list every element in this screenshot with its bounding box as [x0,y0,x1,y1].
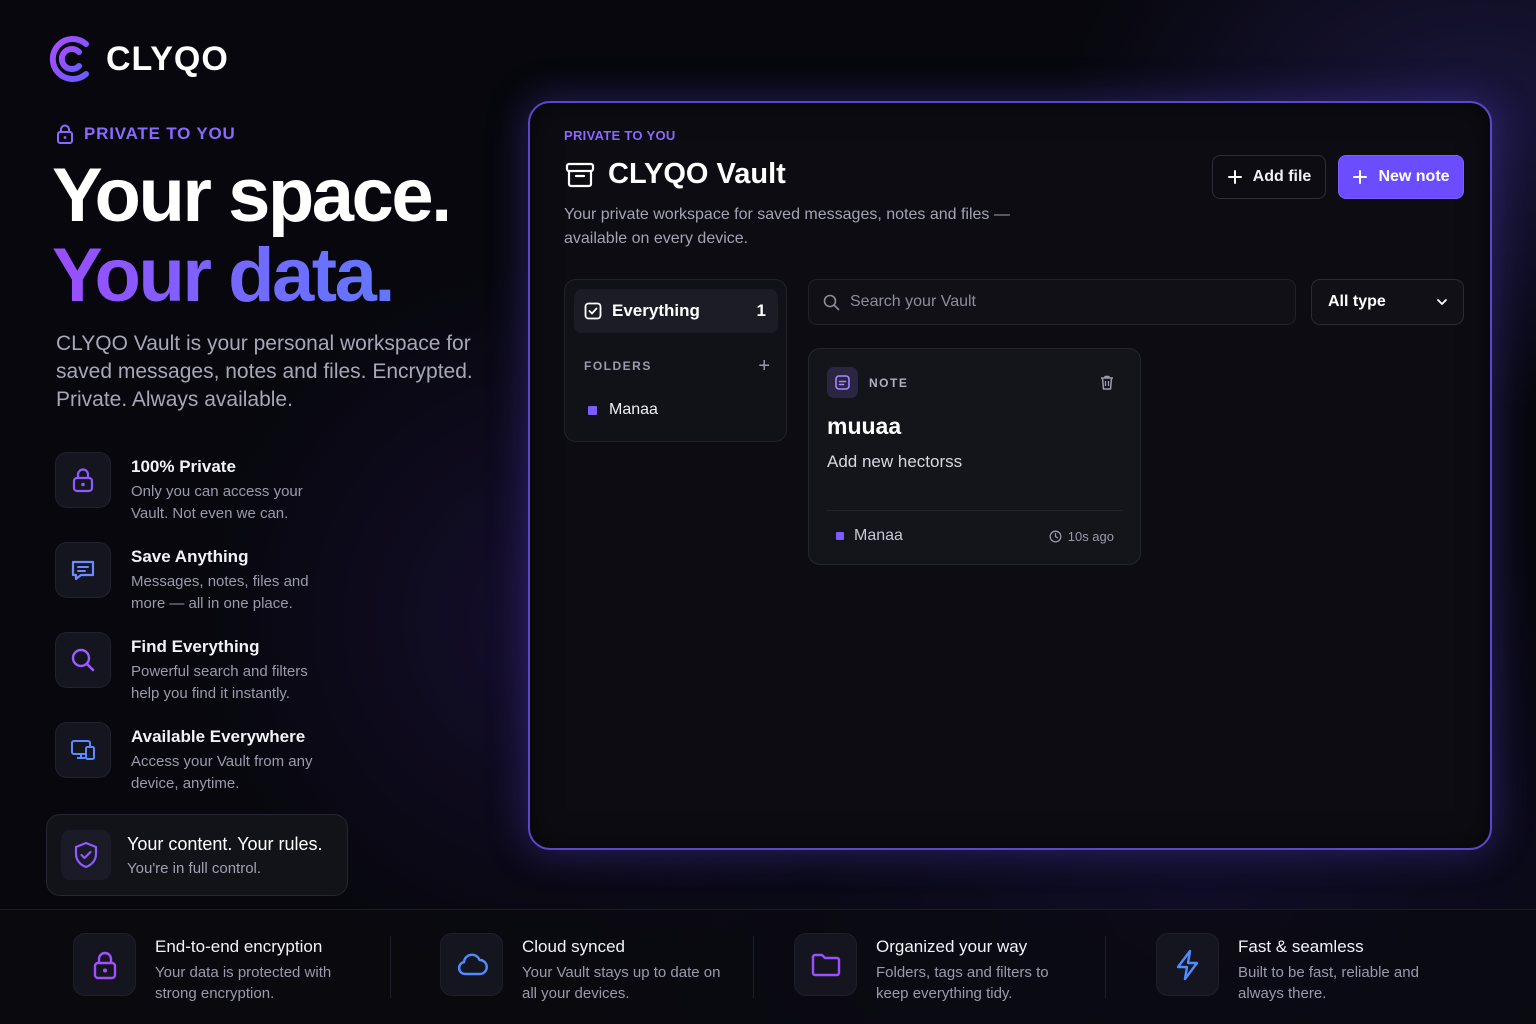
feature-title: Available Everywhere [131,727,306,746]
hero-eyebrow: PRIVATE TO YOU [56,124,236,144]
type-filter-select[interactable]: All type [1311,279,1464,325]
brand-name: CLYQO [106,39,229,78]
note-card[interactable]: NOTE muuaa Add new hectorss Manaa 10s ag… [808,348,1141,565]
bottom-feature-desc: Your Vault stays up to date on all your … [522,964,721,1002]
bottom-feature-item: Organized your way Folders, tags and fil… [794,933,1076,1004]
clock-icon [1049,530,1062,542]
devices-icon [71,740,95,760]
divider [390,936,391,998]
divider [1105,936,1106,998]
feature-item: Save Anything Messages, notes, files and… [55,542,375,632]
feature-desc: Messages, notes, files and more — all in… [131,573,309,612]
note-body: Add new hectorss [827,452,963,471]
feature-item: Find Everything Powerful search and filt… [55,632,375,722]
message-icon [71,560,95,581]
feature-desc: Only you can access your Vault. Not even… [131,483,303,522]
note-icon [835,375,850,390]
cloud-icon [457,953,488,975]
feature-list: 100% Private Only you can access your Va… [55,452,375,812]
hero-eyebrow-text: PRIVATE TO YOU [84,124,236,143]
note-timestamp: 10s ago [1049,529,1114,544]
bottom-feature-title: Cloud synced [522,937,626,956]
note-type-label: NOTE [869,376,909,390]
new-note-button[interactable]: New note [1338,155,1464,199]
vault-window: PRIVATE TO YOU CLYQO Vault Your private … [528,101,1492,850]
new-note-label: New note [1378,168,1450,185]
rules-subtitle: You're in full control. [127,859,262,877]
bottom-feature-title: Organized your way [876,937,1028,956]
note-title: muuaa [827,413,902,439]
bottom-feature-desc: Your data is protected with strong encry… [155,964,332,1002]
headline-line-2: Your data. [52,236,450,316]
lock-icon [93,951,116,979]
feature-item: 100% Private Only you can access your Va… [55,452,375,542]
folder-icon [811,953,840,976]
feature-title: 100% Private [131,457,236,476]
trash-icon[interactable] [1099,374,1115,391]
vault-title: CLYQO Vault [564,158,786,191]
lightning-icon [1176,949,1198,980]
lock-icon [57,124,73,144]
folders-header-label: FOLDERS [584,359,652,373]
note-footer: Manaa 10s ago [836,527,1114,545]
divider [753,936,754,998]
note-folder: Manaa [836,527,903,545]
add-file-label: Add file [1252,168,1312,185]
feature-desc: Powerful search and filters help you fin… [131,663,308,702]
folder-color-swatch [836,532,844,540]
hero-lead: CLYQO Vault is your personal workspace f… [56,332,473,411]
rules-card: Your content. Your rules. You're in full… [46,814,348,896]
search-icon [823,294,840,310]
search-input[interactable] [850,293,1270,311]
feature-item: Available Everywhere Access your Vault f… [55,722,375,812]
note-divider [827,510,1122,511]
feature-title: Save Anything [131,547,249,566]
bottom-feature-desc: Folders, tags and filters to keep everyt… [876,964,1049,1002]
sidebar-item-label: Everything [612,301,700,320]
bottom-feature-desc: Built to be fast, reliable and always th… [1238,964,1419,1002]
bottom-feature-title: End-to-end encryption [155,937,323,956]
shield-check-icon [74,841,98,869]
note-folder-label: Manaa [854,527,903,544]
search-box [808,279,1296,325]
sidebar-item-count: 1 [756,301,766,320]
sidebar-item-everything[interactable]: Everything 1 [574,289,778,333]
note-time-label: 10s ago [1067,528,1114,544]
sidebar-item-folder-manaa[interactable]: Manaa [588,401,658,419]
clyqo-logo-icon [49,36,89,82]
bottom-feature-item: End-to-end encryption Your data is prote… [73,933,355,1004]
vault-sidebar: Everything 1 FOLDERS + Manaa [564,279,787,442]
vault-eyebrow: PRIVATE TO YOU [564,128,676,143]
bottom-feature-title: Fast & seamless [1238,937,1364,956]
search-icon [71,648,95,672]
feature-title: Find Everything [131,637,260,656]
folders-header: FOLDERS + [584,356,770,376]
chevron-down-icon [1437,299,1447,305]
checkbox-icon [584,302,602,320]
archive-box-icon [565,162,595,187]
lock-icon [72,468,94,493]
vault-title-text: CLYQO Vault [608,158,786,190]
plus-icon [1353,170,1368,184]
folder-color-swatch [588,405,597,415]
feature-desc: Access your Vault from any device, anyti… [131,753,313,792]
type-filter-value: All type [1328,293,1386,310]
brand-logo: CLYQO [46,34,229,84]
hero-headline: Your space. Your data. [52,153,452,316]
add-file-button[interactable]: Add file [1212,155,1326,199]
headline-line-1: Your space. [52,153,452,238]
bottom-feature-item: Fast & seamless Built to be fast, reliab… [1156,933,1438,1004]
add-folder-button[interactable]: + [758,356,770,376]
folder-label: Manaa [609,401,658,418]
rules-title: Your content. Your rules. [127,833,323,854]
vault-description: Your private workspace for saved message… [564,206,1010,247]
bottom-feature-item: Cloud synced Your Vault stays up to date… [440,933,722,1004]
plus-icon [1227,170,1242,184]
